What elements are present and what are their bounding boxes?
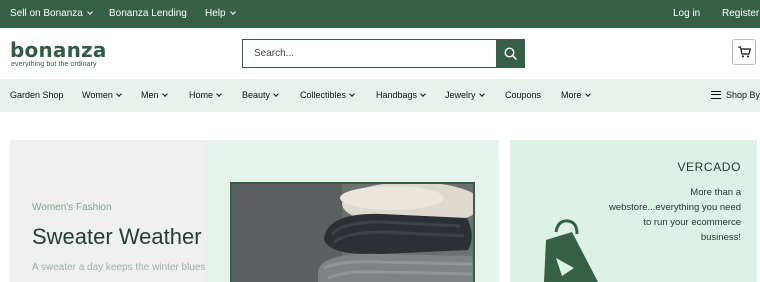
hero-eyebrow: Women's Fashion bbox=[32, 202, 112, 213]
shop-by-menu[interactable]: Shop By bbox=[711, 79, 760, 112]
chevron-down-icon bbox=[584, 91, 591, 97]
chevron-down-icon bbox=[116, 91, 122, 97]
nav-item-collectibles[interactable]: Collectibles bbox=[300, 79, 355, 112]
nav-item-jewelry[interactable]: Jewelry bbox=[445, 79, 485, 112]
nav-item-beauty[interactable]: Beauty bbox=[242, 79, 279, 112]
chevron-down-icon bbox=[420, 91, 426, 97]
sweater-stack-image bbox=[230, 182, 475, 282]
nav-item-women[interactable]: Women bbox=[82, 79, 122, 112]
search-input[interactable] bbox=[243, 40, 496, 67]
sweater-stack-illustration bbox=[232, 184, 473, 282]
bonanza-lending-link[interactable]: Bonanza Lending bbox=[109, 0, 187, 28]
search-bar bbox=[242, 39, 525, 68]
hamburger-menu-icon bbox=[711, 91, 721, 99]
nav-item-label: Collectibles bbox=[300, 90, 347, 100]
sell-on-bonanza-menu[interactable]: Sell on Bonanza bbox=[10, 0, 93, 28]
help-label: Help bbox=[205, 8, 226, 19]
search-button[interactable] bbox=[496, 40, 524, 67]
chevron-down-icon bbox=[273, 91, 279, 97]
nav-item-label: Home bbox=[189, 90, 214, 100]
nav-item-label: Women bbox=[82, 90, 113, 100]
register-link[interactable]: Register bbox=[722, 0, 759, 28]
nav-item-garden-shop[interactable]: Garden Shop bbox=[10, 79, 64, 112]
top-bar: Sell on Bonanza Bonanza Lending Help Log… bbox=[0, 0, 760, 28]
chevron-down-icon bbox=[478, 91, 485, 97]
shopping-bag-icon bbox=[542, 218, 600, 282]
nav-item-label: Beauty bbox=[242, 90, 271, 100]
chevron-down-icon bbox=[229, 9, 236, 15]
nav-item-more[interactable]: More bbox=[561, 79, 591, 112]
nav-item-men[interactable]: Men bbox=[141, 79, 168, 112]
promo-title: VERCADO bbox=[677, 160, 741, 174]
vercado-promo-card[interactable]: VERCADO More than a webstore...everythin… bbox=[510, 140, 757, 282]
shop-by-label: Shop By bbox=[726, 90, 760, 100]
sell-on-bonanza-label: Sell on Bonanza bbox=[10, 8, 83, 19]
nav-item-coupons[interactable]: Coupons bbox=[505, 79, 541, 112]
help-menu[interactable]: Help bbox=[205, 0, 236, 28]
hero-banner[interactable]: Women's Fashion Sweater Weather A sweate… bbox=[10, 140, 499, 282]
nav-item-handbags[interactable]: Handbags bbox=[376, 79, 426, 112]
nav-item-home[interactable]: Home bbox=[189, 79, 222, 112]
chevron-down-icon bbox=[216, 91, 222, 97]
header: bonanza everything but the ordinary bbox=[0, 28, 760, 79]
nav-item-label: Men bbox=[141, 90, 159, 100]
login-link[interactable]: Log in bbox=[673, 0, 700, 28]
search-icon bbox=[504, 47, 517, 60]
bonanza-logo[interactable]: bonanza everything but the ordinary bbox=[10, 38, 120, 72]
logo-wordmark: bonanza bbox=[10, 38, 107, 62]
logo-tagline: everything but the ordinary bbox=[11, 61, 97, 68]
promo-text: More than a webstore...everything you ne… bbox=[608, 187, 741, 243]
chevron-down-icon bbox=[87, 9, 93, 15]
hero-title: Sweater Weather bbox=[32, 224, 202, 249]
chevron-down-icon bbox=[161, 91, 168, 97]
category-nav: Garden Shop Women Men Home Beauty Collec… bbox=[0, 79, 760, 112]
chevron-down-icon bbox=[349, 91, 355, 97]
nav-item-label: Handbags bbox=[376, 90, 418, 100]
nav-item-label: More bbox=[561, 90, 582, 100]
nav-item-label: Jewelry bbox=[445, 90, 476, 100]
cart-button[interactable] bbox=[732, 39, 756, 65]
cart-icon bbox=[738, 46, 751, 58]
hero-subtitle: A sweater a day keeps the winter blues bbox=[32, 262, 206, 273]
